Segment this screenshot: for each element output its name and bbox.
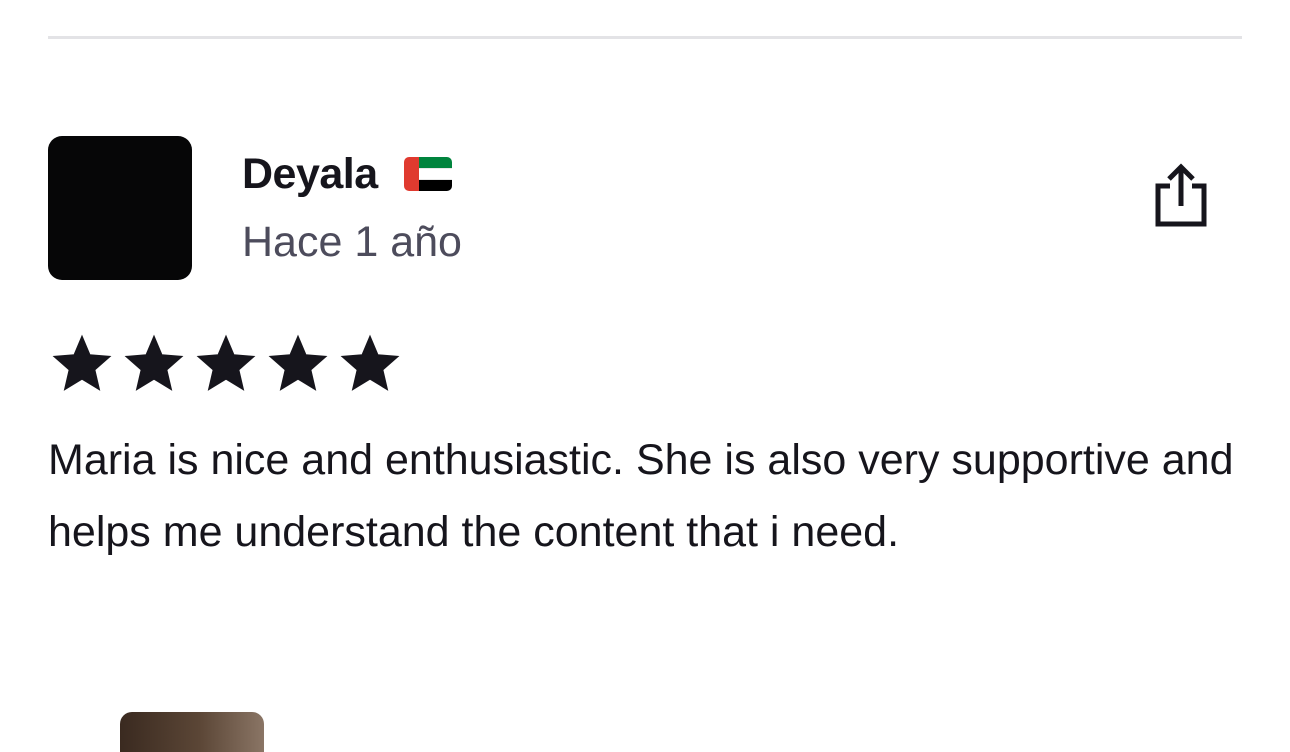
reviewer-name: Deyala — [242, 149, 378, 198]
share-button[interactable] — [1148, 160, 1214, 232]
review-text: Maria is nice and enthusiastic. She is a… — [48, 436, 1234, 556]
share-icon — [1155, 163, 1207, 227]
review-photo-thumbnail[interactable] — [120, 712, 264, 752]
reviewer-header: Deyala — [242, 146, 452, 202]
avatar[interactable] — [48, 136, 192, 280]
top-divider — [48, 36, 1242, 39]
star-icon — [196, 334, 256, 391]
star-icon — [52, 334, 112, 391]
star-icon — [268, 334, 328, 391]
rating-stars — [50, 330, 402, 394]
uae-flag-icon — [403, 157, 452, 191]
review-timestamp: Hace 1 año — [242, 218, 462, 266]
star-icon — [340, 334, 400, 391]
star-icon — [124, 334, 184, 391]
